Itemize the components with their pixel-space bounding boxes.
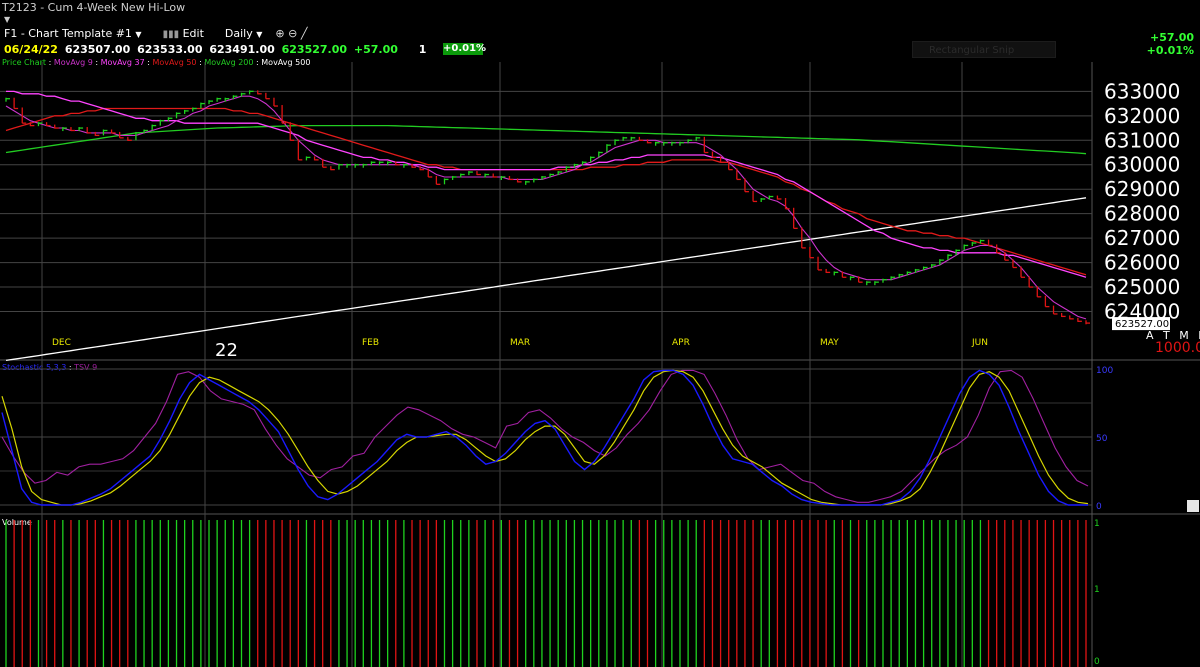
- volume-tick-label: 1: [1094, 585, 1100, 595]
- month-label: MAR: [510, 338, 530, 348]
- price-tick-label: 630000: [1104, 153, 1180, 177]
- price-tick-label: 631000: [1104, 128, 1180, 152]
- month-label: DEC: [52, 338, 71, 348]
- year-label: 22: [215, 340, 238, 361]
- stoch-d-line: [1, 369, 1089, 506]
- price-tick-label: 628000: [1104, 202, 1180, 226]
- volume-tick-label: 1: [1094, 519, 1100, 529]
- volume-tick-label: 0: [1094, 657, 1100, 667]
- ma500-line: [5, 197, 1087, 362]
- price-tick-label: 629000: [1104, 177, 1180, 201]
- price-tick-label: 632000: [1104, 104, 1180, 128]
- ma9-line: [5, 95, 1087, 320]
- month-label: JUN: [971, 338, 988, 348]
- chart-canvas[interactable]: 6240006250006260006270006280006290006300…: [0, 0, 1200, 667]
- stoch-tick-label: 100: [1096, 366, 1113, 376]
- stoch-tick-label: 0: [1096, 502, 1102, 512]
- price-tick-label: 625000: [1104, 275, 1180, 299]
- month-label: APR: [672, 338, 690, 348]
- scale-bottom-label: 1000.0: [1155, 340, 1200, 356]
- scroll-right-button[interactable]: [1187, 500, 1199, 512]
- ma200-line: [5, 124, 1087, 155]
- month-label: MAY: [820, 338, 839, 348]
- ma50-line: [5, 107, 1087, 276]
- stoch-tick-label: 50: [1096, 434, 1108, 444]
- month-label: FEB: [362, 338, 379, 348]
- price-tick-label: 633000: [1104, 79, 1180, 103]
- price-tick-label: 627000: [1104, 226, 1180, 250]
- tsv-line: [1, 369, 1089, 503]
- stoch-k-line: [1, 369, 1088, 506]
- price-tick-label: 626000: [1104, 251, 1180, 275]
